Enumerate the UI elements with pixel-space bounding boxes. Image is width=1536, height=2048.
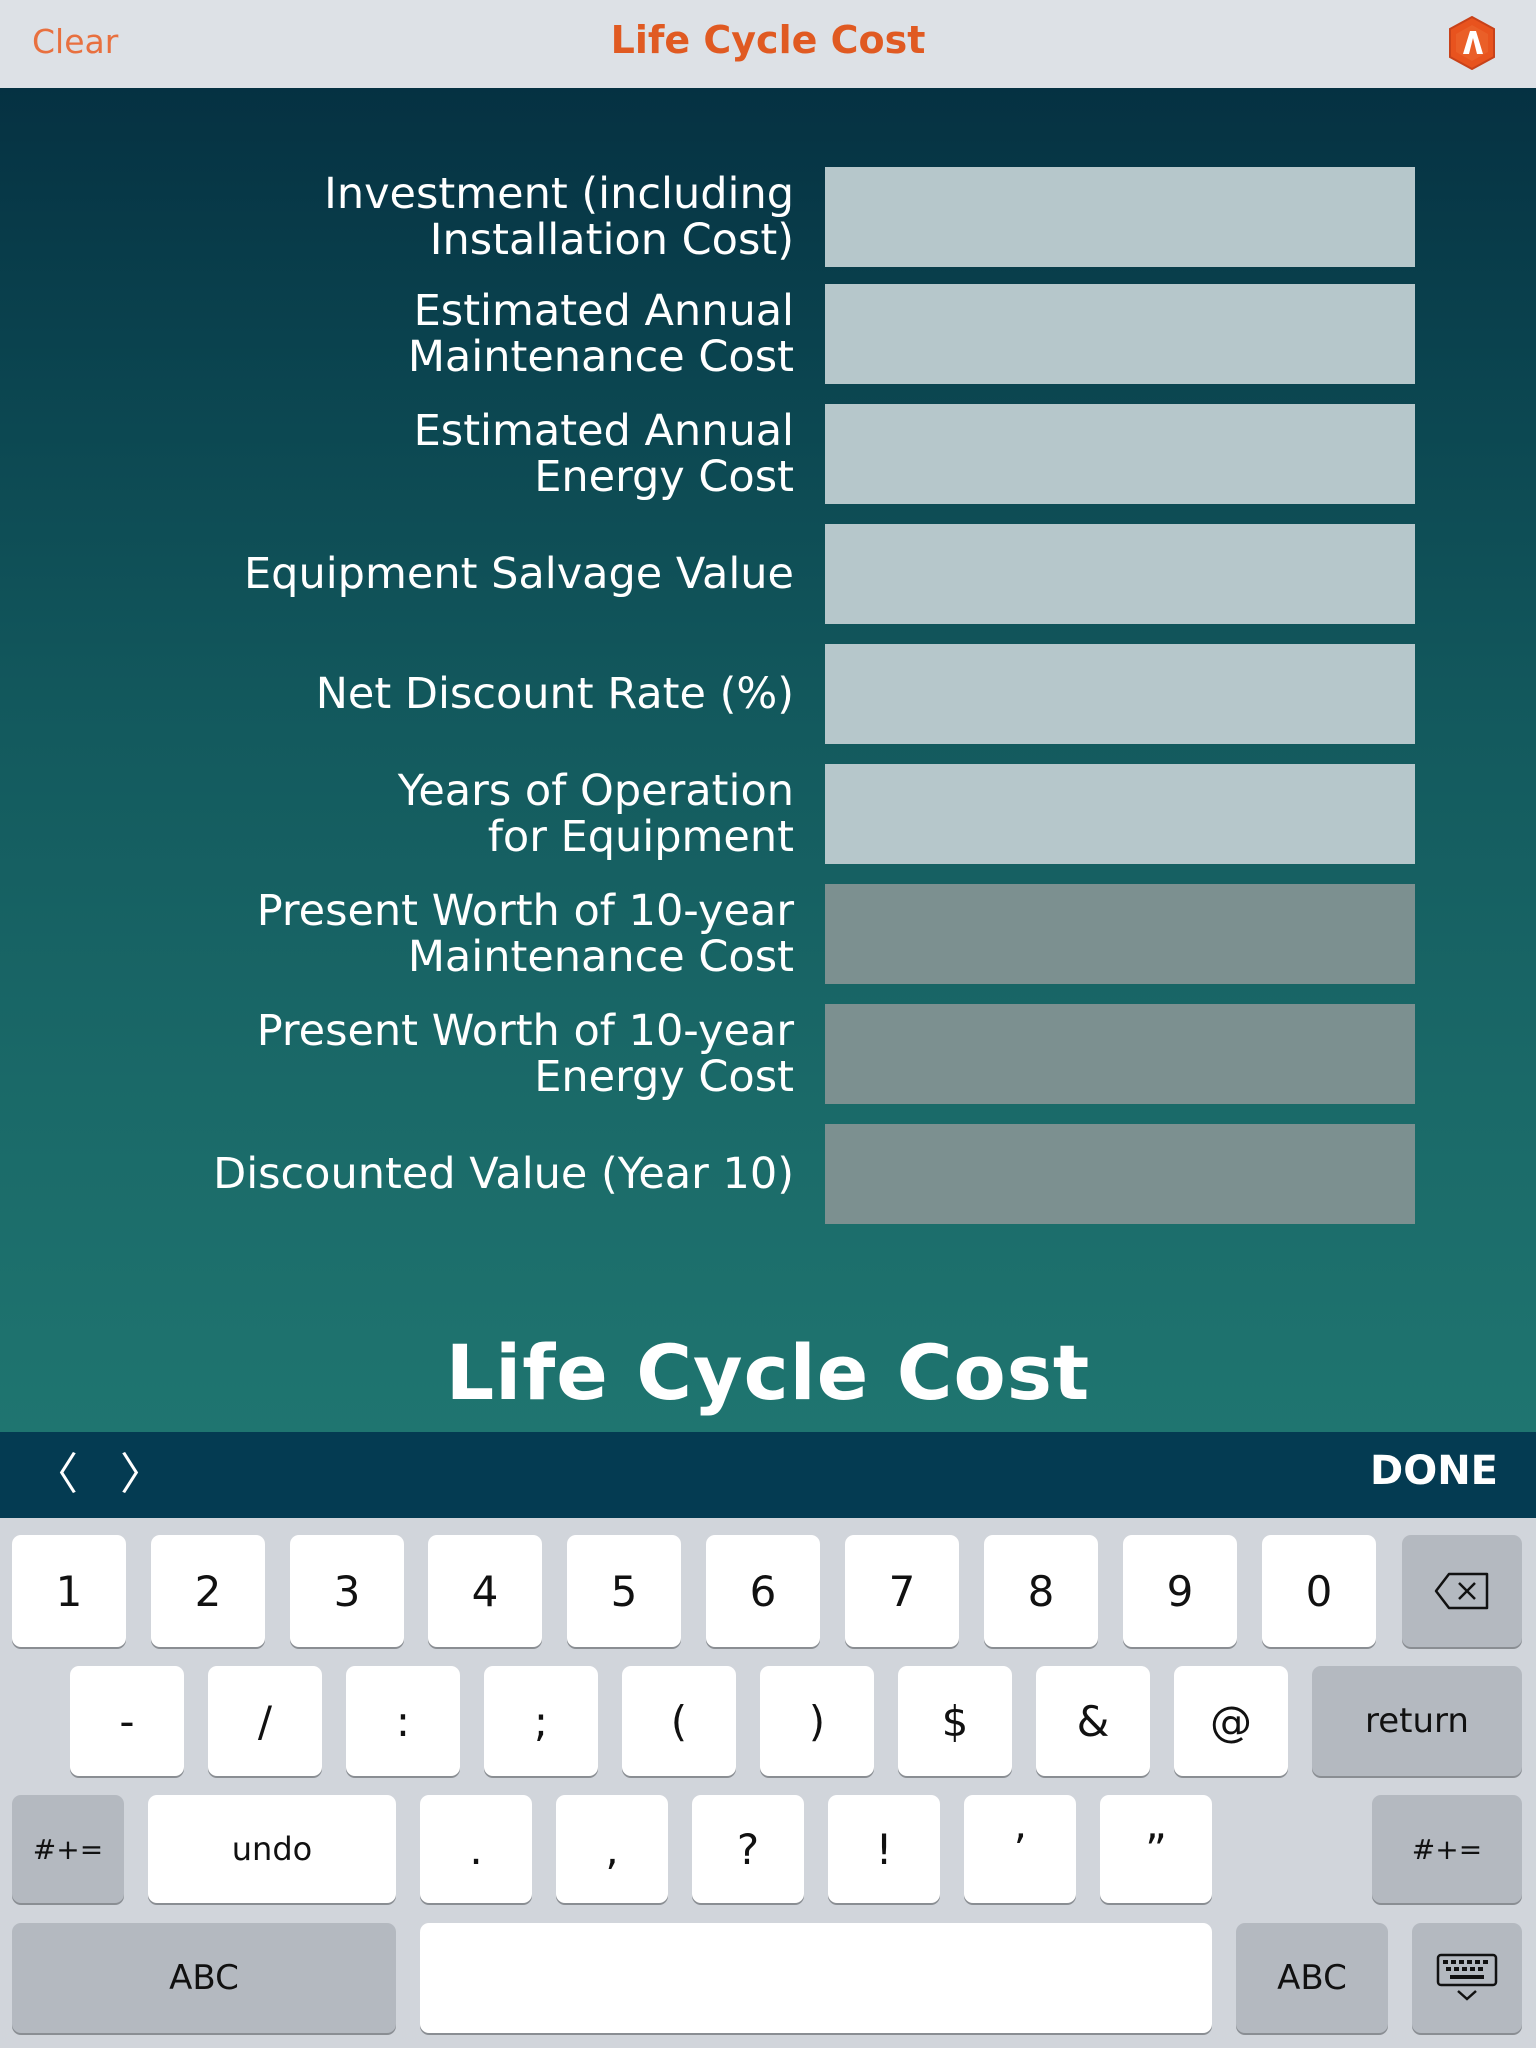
- nav-title: Life Cycle Cost: [610, 18, 926, 62]
- form-row-discounted-value: Discounted Value (Year 10): [0, 1124, 1536, 1224]
- form-row-maintenance: Estimated Annual Maintenance Cost: [0, 284, 1536, 384]
- discounted-value-output: [825, 1124, 1415, 1224]
- chevron-left-icon[interactable]: 〈: [26, 1442, 86, 1508]
- form-row-years: Years of Operation for Equipment: [0, 764, 1536, 864]
- app-logo-icon[interactable]: [1446, 15, 1498, 71]
- keyboard-accessory-bar: 〈 〉 DONE: [0, 1432, 1536, 1518]
- energy-cost-label: Estimated Annual Energy Cost: [413, 406, 794, 502]
- key-period[interactable]: .: [420, 1795, 532, 1903]
- key-apostrophe[interactable]: ’: [964, 1795, 1076, 1903]
- form-area: Investment (including Installation Cost)…: [0, 88, 1536, 1432]
- key-8[interactable]: 8: [984, 1535, 1098, 1647]
- maintenance-cost-field[interactable]: [825, 284, 1415, 384]
- clear-button[interactable]: Clear: [32, 22, 118, 61]
- pw-maintenance-label: Present Worth of 10-year Maintenance Cos…: [256, 886, 794, 982]
- key-quote[interactable]: ”: [1100, 1795, 1212, 1903]
- salvage-value-label: Equipment Salvage Value: [244, 549, 794, 599]
- key-4[interactable]: 4: [428, 1535, 542, 1647]
- key-2[interactable]: 2: [151, 1535, 265, 1647]
- key-ampersand[interactable]: &: [1036, 1666, 1150, 1776]
- key-comma[interactable]: ,: [556, 1795, 668, 1903]
- abc-toggle-right[interactable]: ABC: [1236, 1923, 1388, 2033]
- backspace-icon[interactable]: [1402, 1535, 1522, 1647]
- return-button[interactable]: return: [1312, 1666, 1522, 1776]
- pw-energy-label: Present Worth of 10-year Energy Cost: [256, 1006, 794, 1102]
- years-operation-field[interactable]: [825, 764, 1415, 864]
- pw-maintenance-output: [825, 884, 1415, 984]
- key-open-paren[interactable]: (: [622, 1666, 736, 1776]
- form-row-discount: Net Discount Rate (%): [0, 644, 1536, 744]
- form-row-pw-maintenance: Present Worth of 10-year Maintenance Cos…: [0, 884, 1536, 984]
- pw-energy-output: [825, 1004, 1415, 1104]
- key-slash[interactable]: /: [208, 1666, 322, 1776]
- key-1[interactable]: 1: [12, 1535, 126, 1647]
- form-row-salvage: Equipment Salvage Value: [0, 524, 1536, 624]
- key-colon[interactable]: :: [346, 1666, 460, 1776]
- symbols-toggle-right[interactable]: #+=: [1372, 1795, 1522, 1903]
- salvage-value-field[interactable]: [825, 524, 1415, 624]
- discount-rate-label: Net Discount Rate (%): [315, 669, 794, 719]
- investment-field[interactable]: [825, 167, 1415, 267]
- form-row-energy: Estimated Annual Energy Cost: [0, 404, 1536, 504]
- key-dollar[interactable]: $: [898, 1666, 1012, 1776]
- years-operation-label: Years of Operation for Equipment: [397, 766, 794, 862]
- form-row-pw-energy: Present Worth of 10-year Energy Cost: [0, 1004, 1536, 1104]
- key-exclamation[interactable]: !: [828, 1795, 940, 1903]
- key-hyphen[interactable]: -: [70, 1666, 184, 1776]
- key-question[interactable]: ?: [692, 1795, 804, 1903]
- abc-toggle-left[interactable]: ABC: [12, 1923, 396, 2033]
- energy-cost-field[interactable]: [825, 404, 1415, 504]
- on-screen-keyboard: 1 2 3 4 5 6 7 8 9 0 - / : ; ( ) $ & @ re…: [0, 1518, 1536, 2048]
- discount-rate-field[interactable]: [825, 644, 1415, 744]
- key-3[interactable]: 3: [290, 1535, 404, 1647]
- key-9[interactable]: 9: [1123, 1535, 1237, 1647]
- form-row-investment: Investment (including Installation Cost): [0, 167, 1536, 267]
- navigation-bar: Clear Life Cycle Cost: [0, 0, 1536, 89]
- key-7[interactable]: 7: [845, 1535, 959, 1647]
- done-button[interactable]: DONE: [1370, 1448, 1498, 1494]
- symbols-toggle-left[interactable]: #+=: [12, 1795, 124, 1903]
- chevron-right-icon[interactable]: 〉: [112, 1442, 172, 1508]
- maintenance-cost-label: Estimated Annual Maintenance Cost: [407, 286, 794, 382]
- key-6[interactable]: 6: [706, 1535, 820, 1647]
- key-close-paren[interactable]: ): [760, 1666, 874, 1776]
- discounted-value-label: Discounted Value (Year 10): [213, 1149, 794, 1199]
- key-0[interactable]: 0: [1262, 1535, 1376, 1647]
- key-5[interactable]: 5: [567, 1535, 681, 1647]
- investment-label: Investment (including Installation Cost): [324, 169, 794, 265]
- key-semicolon[interactable]: ;: [484, 1666, 598, 1776]
- page-title: Life Cycle Cost: [445, 1328, 1091, 1417]
- space-bar[interactable]: [420, 1923, 1212, 2033]
- undo-button[interactable]: undo: [148, 1795, 396, 1903]
- key-at[interactable]: @: [1174, 1666, 1288, 1776]
- keyboard-dismiss-icon[interactable]: [1412, 1923, 1522, 2033]
